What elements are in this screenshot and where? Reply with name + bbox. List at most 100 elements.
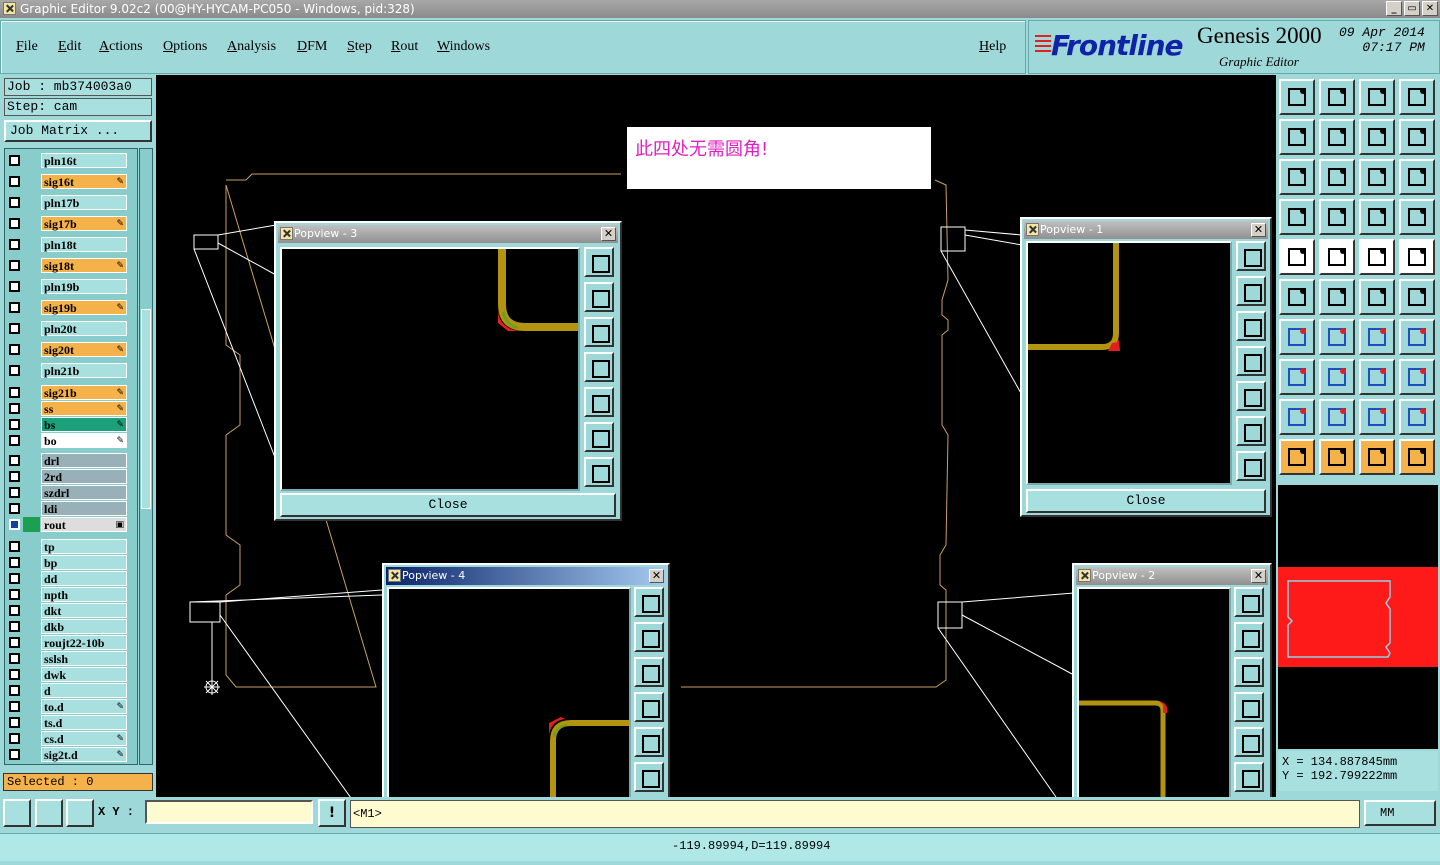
zoom-window-icon[interactable] [1236,241,1266,271]
popview-2-view[interactable] [1077,587,1231,831]
cut-icon[interactable] [1319,239,1355,275]
add-icon[interactable] [1279,359,1315,395]
layer-checkbox[interactable] [9,471,20,482]
layer-color-swatch[interactable] [23,587,40,602]
prev-icon[interactable] [1279,119,1315,155]
layer-row-dkt[interactable]: dkt [7,603,127,618]
window-titlebar[interactable]: Graphic Editor 9.02c2 (00@HY-HYCAM-PC050… [0,0,1440,18]
layer-checkbox[interactable] [9,637,20,648]
layer-color-swatch[interactable] [23,216,40,231]
layer-color-swatch[interactable] [23,342,40,357]
move-icon[interactable] [1359,279,1395,315]
overview-map[interactable] [1278,485,1438,749]
delete-icon[interactable] [1319,279,1355,315]
layer-color-swatch[interactable] [23,469,40,484]
popview-1-close-button[interactable]: Close [1026,489,1266,513]
layer-row-dkb[interactable]: dkb [7,619,127,634]
snap-icon[interactable] [1319,199,1355,235]
layer-row-npth[interactable]: npth [7,587,127,602]
layer-checkbox[interactable] [9,281,20,292]
tool-icon[interactable] [1279,199,1315,235]
layer-row-d[interactable]: d [7,683,127,698]
tri3-icon[interactable] [1359,399,1395,435]
menu-rout[interactable]: Rout [391,39,418,55]
layer-row-sig18t[interactable]: sig18t ✎ [7,258,127,273]
split-icon[interactable] [1319,359,1355,395]
layer-row-dwk[interactable]: dwk [7,667,127,682]
window-icon[interactable] [1399,79,1435,115]
menu-options[interactable]: Options [163,39,207,55]
layer-color-swatch[interactable] [23,571,40,586]
job-matrix-button[interactable]: Job Matrix ... [4,120,152,142]
layer-checkbox[interactable] [9,557,20,568]
menu-windows[interactable]: Windows [437,39,490,55]
layer-row-drl[interactable]: drl [7,453,127,468]
layer-row-sig20t[interactable]: sig20t ✎ [7,342,127,357]
layer-row-rout[interactable]: rout ▣ [7,517,127,532]
layer-checkbox[interactable] [9,519,20,530]
layer-row-sslsh[interactable]: sslsh [7,651,127,666]
layer-color-swatch[interactable] [23,651,40,666]
pan-right-icon[interactable] [584,387,614,417]
fit-icon[interactable] [1279,159,1315,195]
measure-icon[interactable] [35,799,63,827]
zoom-in-icon[interactable] [634,762,664,792]
layer-checkbox[interactable] [9,302,20,313]
layer-row-cs.d[interactable]: cs.d ✎ [7,731,127,746]
layer-row-ldi[interactable]: ldi [7,501,127,516]
menu-dfm[interactable]: DFM [297,39,327,55]
layer-checkbox[interactable] [9,605,20,616]
select4-icon[interactable] [1399,439,1435,475]
pan-down-icon[interactable] [584,317,614,347]
popview-1-close-icon[interactable]: ✕ [1251,223,1266,237]
help-icon[interactable] [1399,159,1435,195]
layer-row-pln17b[interactable]: pln17b [7,195,127,210]
layer-color-swatch[interactable] [23,174,40,189]
layer-checkbox[interactable] [9,365,20,376]
popview-3-view[interactable] [280,247,580,491]
layer-row-sig16t[interactable]: sig16t ✎ [7,174,127,189]
menu-help[interactable]: Help [979,39,1006,55]
layer-row-pln16t[interactable]: pln16t [7,153,127,168]
pan-right-icon[interactable] [634,727,664,757]
zoom-out-icon[interactable] [1236,451,1266,481]
layer-color-swatch[interactable] [23,321,40,336]
layer-color-swatch[interactable] [23,363,40,378]
layer-checkbox[interactable] [9,733,20,744]
popview-2-close-icon[interactable]: ✕ [1251,569,1266,583]
arc-icon[interactable] [1359,319,1395,355]
pan-down-icon[interactable] [634,657,664,687]
mirror-icon[interactable] [1399,319,1435,355]
layer-checkbox[interactable] [9,621,20,632]
layer-row-to.d[interactable]: to.d ✎ [7,699,127,714]
layer-checkbox[interactable] [9,387,20,398]
layer-checkbox[interactable] [9,701,20,712]
layer-checkbox[interactable] [9,419,20,430]
layer-color-swatch[interactable] [23,433,40,448]
layer-color-swatch[interactable] [23,195,40,210]
menu-edit[interactable]: Edit [58,39,81,55]
pad-icon[interactable] [1279,239,1315,275]
popview-2-titlebar[interactable]: Popview - 2 ✕ [1076,567,1268,585]
layer-row-bo[interactable]: bo ✎ [7,433,127,448]
group-icon[interactable] [1399,359,1435,395]
layer-checkbox[interactable] [9,218,20,229]
tri4-icon[interactable] [1399,399,1435,435]
layer-row-sig17b[interactable]: sig17b ✎ [7,216,127,231]
menu-step[interactable]: Step [347,39,372,55]
popview-1-titlebar[interactable]: Popview - 1 ✕ [1024,221,1268,239]
layer-color-swatch[interactable] [23,747,40,762]
layer-row-pln18t[interactable]: pln18t [7,237,127,252]
next-icon[interactable] [1319,119,1355,155]
pan-up-icon[interactable] [634,622,664,652]
layer-row-ts.d[interactable]: ts.d [7,715,127,730]
dim-icon[interactable] [1359,359,1395,395]
menu-analysis[interactable]: Analysis [227,39,276,55]
layer-checkbox[interactable] [9,260,20,271]
refresh-icon[interactable] [1399,119,1435,155]
close-button[interactable]: ✕ [1422,1,1438,16]
pan-down-icon[interactable] [1236,311,1266,341]
snap-icon[interactable] [3,799,31,827]
popview-1-view[interactable] [1026,241,1232,485]
zoom-window-icon[interactable] [584,247,614,277]
